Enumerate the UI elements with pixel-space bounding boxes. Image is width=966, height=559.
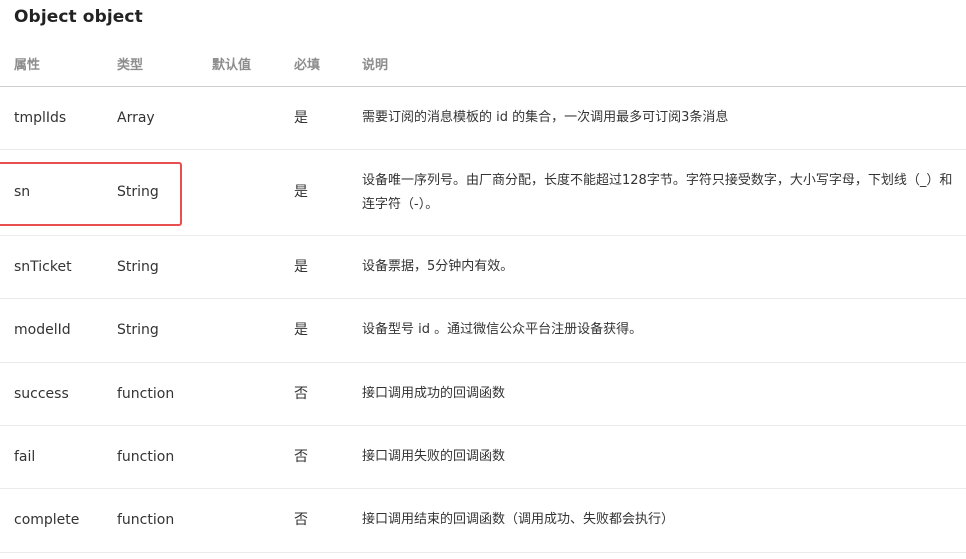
- cell-description: 需要订阅的消息模板的 id 的集合，一次调用最多可订阅3条消息: [362, 110, 729, 125]
- cell-description: 设备票据，5分钟内有效。: [362, 259, 514, 274]
- cell-type: function: [117, 386, 175, 402]
- header-type: 类型: [117, 58, 144, 73]
- cell-name: snTicket: [14, 259, 72, 275]
- header-required: 必填: [294, 58, 321, 73]
- cell-type: Array: [117, 110, 155, 126]
- cell-name: fail: [14, 449, 36, 465]
- table-row: modelId String 是 设备型号 id 。通过微信公众平台注册设备获得…: [0, 299, 966, 363]
- cell-name: modelId: [14, 322, 71, 338]
- cell-name: sn: [14, 184, 31, 200]
- cell-required: 否: [294, 512, 308, 528]
- param-table: 属性 类型 默认值 必填 说明 tmplIds Array 是 需要订阅的消息模…: [0, 48, 966, 553]
- cell-description: 接口调用失败的回调函数: [362, 449, 506, 464]
- cell-name: complete: [14, 512, 80, 528]
- cell-description: 接口调用成功的回调函数: [362, 386, 506, 401]
- table-row: snTicket String 是 设备票据，5分钟内有效。: [0, 236, 966, 299]
- table-row: tmplIds Array 是 需要订阅的消息模板的 id 的集合，一次调用最多…: [0, 87, 966, 150]
- doc-page: Object object 属性 类型 默认值 必填 说明 tmplIds Ar…: [0, 0, 966, 559]
- cell-required: 是: [294, 259, 308, 275]
- cell-required: 否: [294, 386, 308, 402]
- cell-description: 设备型号 id 。通过微信公众平台注册设备获得。: [362, 322, 643, 337]
- cell-required: 是: [294, 110, 308, 126]
- header-default: 默认值: [212, 58, 252, 73]
- section-title: Object object: [14, 7, 143, 27]
- cell-description: 接口调用结束的回调函数（调用成功、失败都会执行）: [362, 512, 675, 527]
- table-row: complete function 否 接口调用结束的回调函数（调用成功、失败都…: [0, 489, 966, 553]
- header-description: 说明: [362, 58, 389, 73]
- cell-type: function: [117, 512, 175, 528]
- cell-name: tmplIds: [14, 110, 67, 126]
- cell-name: success: [14, 386, 69, 402]
- cell-type: function: [117, 449, 175, 465]
- table-row: fail function 否 接口调用失败的回调函数: [0, 426, 966, 489]
- cell-type: String: [117, 259, 159, 275]
- cell-required: 否: [294, 449, 308, 465]
- cell-description: 设备唯一序列号。由厂商分配，长度不能超过128字节。字符只接受数字，大小写字母，…: [362, 173, 953, 212]
- cell-type: String: [117, 184, 159, 200]
- cell-required: 是: [294, 184, 308, 200]
- header-attribute: 属性: [14, 58, 41, 73]
- table-row: sn String 是 设备唯一序列号。由厂商分配，长度不能超过128字节。字符…: [0, 150, 966, 236]
- table-row: success function 否 接口调用成功的回调函数: [0, 363, 966, 426]
- cell-required: 是: [294, 322, 308, 338]
- cell-type: String: [117, 322, 159, 338]
- table-header: 属性 类型 默认值 必填 说明: [0, 48, 966, 87]
